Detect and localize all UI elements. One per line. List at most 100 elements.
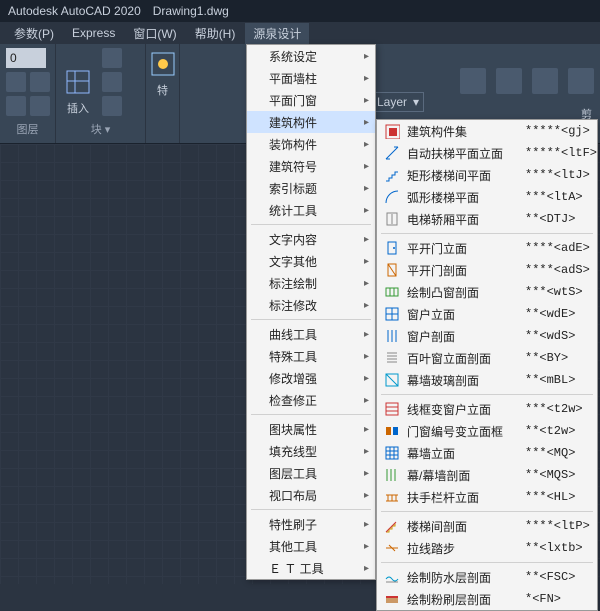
submenu-label: 矩形楼梯间平面 [407, 167, 519, 184]
handrail-icon [383, 488, 401, 506]
menu-row[interactable]: 特殊工具▸ [247, 345, 375, 367]
submenu-row[interactable]: 拉线踏步**<lxtb> [377, 537, 597, 559]
menu-row[interactable]: 建筑构件▸ [247, 111, 375, 133]
submenu-shortcut: ****<ltP> [525, 519, 590, 533]
replace-icon[interactable] [102, 96, 122, 116]
submenu-row[interactable]: 绘制凸窗剖面***<wtS> [377, 281, 597, 303]
submenu-row[interactable]: 平开门剖面****<adS> [377, 259, 597, 281]
submenu-row[interactable]: 弧形楼梯平面***<ltA> [377, 186, 597, 208]
waterproof-icon [383, 568, 401, 586]
menu-row[interactable]: 图层工具▸ [247, 462, 375, 484]
curtain-sec-icon [383, 466, 401, 484]
menu-row[interactable]: 文字内容▸ [247, 228, 375, 250]
edit-icon[interactable] [102, 48, 122, 68]
menu-separator [381, 233, 593, 234]
submenu-row[interactable]: 矩形楼梯间平面 ****<ltJ> [377, 164, 597, 186]
layer-tool-icons[interactable] [6, 72, 54, 116]
menu-row[interactable]: 系统设定▸ [247, 45, 375, 67]
submenu-row[interactable]: 百叶窗立面剖面**<BY> [377, 347, 597, 369]
attr-icon[interactable] [102, 72, 122, 92]
menu-item[interactable]: 窗口(W) [125, 23, 184, 44]
menu-row[interactable]: 检查修正▸ [247, 389, 375, 411]
submenu-row[interactable]: 幕墙玻璃剖面**<mBL> [377, 369, 597, 391]
submenu-row[interactable]: 幕/幕墙剖面**<MQS> [377, 464, 597, 486]
layer-icon[interactable] [30, 72, 50, 92]
palette-icon[interactable] [532, 68, 558, 94]
menu-row[interactable]: 曲线工具▸ [247, 323, 375, 345]
menu-row[interactable]: 标注绘制▸ [247, 272, 375, 294]
submenu-shortcut: ****<ltJ> [525, 168, 590, 182]
submenu-shortcut: **<BY> [525, 351, 568, 365]
menu-row[interactable]: 文字其他▸ [247, 250, 375, 272]
menu-row[interactable]: 图块属性▸ [247, 418, 375, 440]
curtain-elev-icon [383, 444, 401, 462]
submenu-row[interactable]: 幕墙立面***<MQ> [377, 442, 597, 464]
layer-dropdown[interactable]: Layer [370, 92, 424, 112]
menu-row[interactable]: 其他工具▸ [247, 535, 375, 557]
app-name: Autodesk AutoCAD 2020 [8, 4, 141, 18]
submenu-row[interactable]: 自动扶梯平面立面*****<ltF> [377, 142, 597, 164]
layer-icon[interactable] [6, 72, 26, 92]
submenu-arrow-icon: ▸ [364, 395, 369, 406]
menu-row[interactable]: 统计工具▸ [247, 199, 375, 221]
menu-item[interactable]: Express [64, 24, 123, 42]
menu-row[interactable]: 修改增强▸ [247, 367, 375, 389]
menu-row[interactable]: 标注修改▸ [247, 294, 375, 316]
submenu-arrow-icon: ▸ [364, 117, 369, 128]
submenu-row[interactable]: 平开门立面****<adE> [377, 237, 597, 259]
submenu-arrow-icon: ▸ [364, 424, 369, 435]
wire-window-icon [383, 400, 401, 418]
submenu-label: 平开门剖面 [407, 262, 519, 279]
submenu-row[interactable]: 扶手栏杆立面***<HL> [377, 486, 597, 508]
grid-icon[interactable] [568, 68, 594, 94]
submenu-arrow-icon: ▸ [364, 51, 369, 62]
menu-separator [251, 319, 371, 320]
menu-row[interactable]: 索引标题▸ [247, 177, 375, 199]
layer-icon[interactable] [30, 96, 50, 116]
submenu-shortcut: ****<adE> [525, 241, 590, 255]
submenu-row[interactable]: 楼梯间剖面****<ltP> [377, 515, 597, 537]
menu-row[interactable]: 特性刷子▸ [247, 513, 375, 535]
block-small-icons[interactable] [102, 48, 124, 116]
submenu-shortcut: **<wdE> [525, 307, 575, 321]
insert-icon [62, 66, 94, 98]
submenu-row[interactable]: 门窗编号变立面框**<t2w> [377, 420, 597, 442]
component-set-icon [383, 122, 401, 140]
sparkle-icon[interactable] [496, 68, 522, 94]
window-elev-icon [383, 305, 401, 323]
submenu-row[interactable]: 线框变窗户立面***<t2w> [377, 398, 597, 420]
submenu-label: 弧形楼梯平面 [407, 189, 519, 206]
submenu-row[interactable]: 绘制防水层剖面**<FSC> [377, 566, 597, 588]
submenu-row[interactable]: 窗户立面**<wdE> [377, 303, 597, 325]
submenu-label: 幕墙立面 [407, 445, 519, 462]
submenu-shortcut: **<t2w> [525, 424, 575, 438]
special-button[interactable]: 特 [152, 48, 173, 98]
submenu-arrow-icon: ▸ [364, 329, 369, 340]
stair-sect-icon [383, 517, 401, 535]
submenu-row[interactable]: 窗户剖面**<wdS> [377, 325, 597, 347]
menu-item[interactable]: 源泉设计 [245, 23, 309, 44]
menu-row[interactable]: 平面墙柱▸ [247, 67, 375, 89]
menu-row[interactable]: 装饰构件▸ [247, 133, 375, 155]
insert-button[interactable]: 插入 [62, 66, 94, 116]
menu-row[interactable]: 填充线型▸ [247, 440, 375, 462]
submenu-arrow-icon: ▸ [364, 234, 369, 245]
submenu-label: 自动扶梯平面立面 [407, 145, 519, 162]
value-input[interactable] [6, 48, 46, 68]
submenu-arrow-icon: ▸ [364, 490, 369, 501]
submenu-row[interactable]: 建筑构件集*****<gj> [377, 120, 597, 142]
submenu-row[interactable]: 电梯轿厢平面**<DTJ> [377, 208, 597, 230]
menu-row[interactable]: 平面门窗▸ [247, 89, 375, 111]
panel-label-block[interactable]: 块 ▾ [62, 119, 139, 139]
menu-row[interactable]: 视口布局▸ [247, 484, 375, 506]
menu-item[interactable]: 帮助(H) [187, 23, 244, 44]
match-icon[interactable] [460, 68, 486, 94]
menu-row[interactable]: Ｅ Ｔ 工具▸ [247, 557, 375, 579]
submenu-row[interactable]: 绘制粉刷层剖面*<FN> [377, 588, 597, 610]
layer-icon[interactable] [6, 96, 26, 116]
special-icon [147, 48, 179, 80]
menu-item[interactable]: 参数(P) [6, 23, 62, 44]
submenu-shortcut: **<MQS> [525, 468, 575, 482]
title-bar: Autodesk AutoCAD 2020 Drawing1.dwg [0, 0, 600, 22]
menu-row[interactable]: 建筑符号▸ [247, 155, 375, 177]
